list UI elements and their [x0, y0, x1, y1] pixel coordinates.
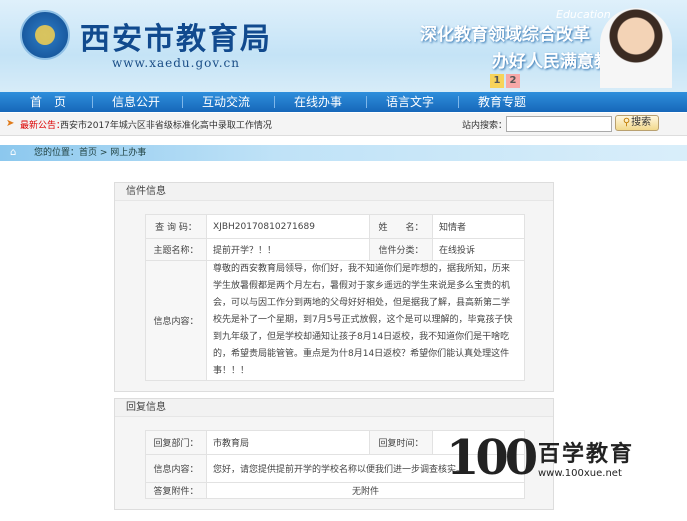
toy-blocks-decoration: 12: [490, 68, 522, 88]
category-label: 信件分类：: [369, 238, 433, 261]
nav-item-info-disclosure[interactable]: 信息公开: [96, 92, 176, 112]
watermark-number: 100: [446, 430, 538, 486]
reply-time-label: 回复时间：: [369, 430, 433, 455]
nav-divider: [274, 96, 275, 108]
subject-value: 提前开学？！！: [206, 238, 370, 261]
nav-divider: [92, 96, 93, 108]
banner-slogan-line1: 深化教育领域综合改革: [420, 25, 590, 45]
query-code-value: XJBH20170810271689: [206, 214, 370, 239]
letter-content-value: 尊敬的西安教育局领导，你们好，我不知道你们是咋想的，据我所知，历来学生放暑假都是…: [206, 260, 525, 381]
site-url: www.xaedu.gov.cn: [112, 56, 240, 70]
nav-item-language[interactable]: 语言文字: [370, 92, 450, 112]
home-icon[interactable]: ⌂: [10, 145, 16, 161]
name-value: 知情者: [432, 214, 525, 239]
nav-divider: [366, 96, 367, 108]
reply-dept-label: 回复部门：: [145, 430, 207, 455]
search-icon: ⚲: [622, 117, 631, 128]
breadcrumb: ⌂ 您的位置：首页 > 网上办事: [0, 145, 687, 161]
query-code-label: 查 询 码：: [145, 214, 207, 239]
site-header: 西安市教育局 www.xaedu.gov.cn Education 深化教育领域…: [0, 0, 687, 92]
reply-content-label: 信息内容：: [145, 454, 207, 483]
letter-content-label: 信息内容：: [145, 260, 207, 381]
watermark-url: www.100xue.net: [538, 468, 622, 479]
breadcrumb-text: 您的位置：首页 > 网上办事: [34, 148, 147, 158]
nav-item-interaction[interactable]: 互动交流: [186, 92, 266, 112]
notice-label: 最新公告：: [20, 121, 66, 131]
name-label: 姓 名：: [369, 214, 433, 239]
search-button[interactable]: ⚲搜索: [615, 115, 659, 131]
letter-info-title: 信件信息: [115, 183, 553, 201]
notice-bar: ➤ 最新公告： 西安市2017年城六区非省级标准化高中录取工作情况 站内搜索： …: [0, 113, 687, 136]
reply-dept-value: 市教育局: [206, 430, 370, 455]
search-input[interactable]: [506, 116, 612, 132]
nav-item-topics[interactable]: 教育专题: [462, 92, 542, 112]
subject-label: 主题名称：: [145, 238, 207, 261]
toy-block-icon: 1: [490, 74, 504, 88]
nav-divider: [458, 96, 459, 108]
banner-child-illustration-icon: [600, 8, 672, 88]
main-nav: 首 页 信息公开 互动交流 在线办事 语言文字 教育专题: [0, 92, 687, 112]
100xue-watermark: 100 百学教育 www.100xue.net: [446, 430, 646, 500]
toy-block-icon: 2: [506, 74, 520, 88]
megaphone-icon: ➤: [6, 118, 15, 129]
nav-item-online-services[interactable]: 在线办事: [278, 92, 358, 112]
education-bureau-emblem-icon: [20, 10, 70, 60]
search-label: 站内搜索：: [462, 121, 508, 131]
nav-divider: [182, 96, 183, 108]
reply-info-title: 回复信息: [115, 399, 553, 417]
notice-link[interactable]: 西安市2017年城六区非省级标准化高中录取工作情况: [60, 118, 272, 131]
letter-info-table: 查 询 码： XJBH20170810271689 姓 名： 知情者 主题名称：…: [145, 214, 525, 381]
nav-item-home[interactable]: 首 页: [8, 92, 88, 112]
watermark-brand: 百学教育: [538, 442, 635, 467]
reply-attachment-label: 答复附件：: [145, 482, 207, 499]
category-value: 在线投诉: [432, 238, 525, 261]
site-title: 西安市教育局: [80, 22, 272, 57]
search-button-label: 搜索: [631, 117, 652, 128]
